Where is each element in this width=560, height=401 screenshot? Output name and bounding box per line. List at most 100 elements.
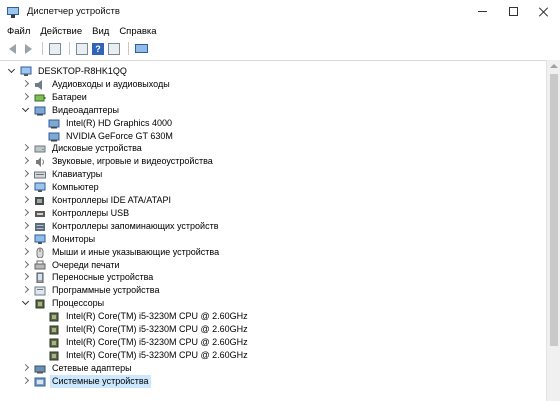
menu-help[interactable]: Справка — [114, 23, 161, 40]
monitor-icon — [34, 234, 46, 245]
toolbar-separator — [128, 42, 129, 55]
close-button[interactable] — [528, 0, 560, 23]
tree-item-label: Мыши и иные указывающие устройства — [52, 247, 220, 257]
display-adapter-icon — [48, 131, 60, 142]
expand-chevron-icon[interactable] — [22, 246, 30, 259]
menu-file[interactable]: Файл — [2, 23, 35, 40]
properties-button[interactable] — [48, 42, 62, 56]
expand-chevron-icon[interactable] — [22, 155, 30, 168]
tree-category[interactable]: Мониторы — [22, 233, 97, 246]
tree-item-label: Батареи — [52, 92, 87, 102]
tree-item-label: Дисковые устройства — [52, 143, 142, 153]
view-button[interactable] — [107, 42, 121, 56]
tree-category[interactable]: Клавиатуры — [22, 168, 104, 181]
forward-arrow-icon — [24, 43, 32, 54]
expand-chevron-icon[interactable] — [22, 194, 30, 207]
menu-bar: Файл Действие Вид Справка — [0, 23, 560, 40]
expand-chevron-icon[interactable] — [22, 271, 30, 284]
update-driver-button[interactable] — [75, 42, 89, 56]
forward-button[interactable] — [21, 42, 35, 56]
scroll-thumb[interactable] — [550, 74, 558, 346]
tree-category[interactable]: Системные устройства — [22, 375, 151, 388]
collapse-chevron-icon[interactable] — [8, 65, 16, 78]
portable-device-icon — [34, 272, 46, 283]
expand-chevron-icon[interactable] — [22, 142, 30, 155]
tree-device[interactable]: Intel(R) Core(TM) i5-3230M CPU @ 2.60GHz — [36, 349, 250, 362]
processor-icon — [48, 337, 60, 348]
tree-item-label: Аудиовходы и аудиовыходы — [52, 79, 170, 89]
tree-device[interactable]: Intel(R) Core(TM) i5-3230M CPU @ 2.60GHz — [36, 323, 250, 336]
tree-category[interactable]: Программные устройства — [22, 284, 161, 297]
battery-icon — [34, 92, 46, 103]
menu-action[interactable]: Действие — [35, 23, 87, 40]
minimize-icon — [477, 11, 487, 12]
network-adapter-icon — [34, 363, 46, 374]
usb-icon — [34, 208, 46, 219]
tree-device[interactable]: Intel(R) HD Graphics 4000 — [36, 117, 174, 130]
tree-item-label: Мониторы — [52, 234, 96, 244]
printer-icon — [34, 260, 46, 271]
tree-category[interactable]: Контроллеры USB — [22, 207, 131, 220]
toolbar-separator — [69, 42, 70, 55]
tree-item-label: Системные устройства — [50, 375, 151, 388]
back-button[interactable] — [5, 42, 19, 56]
tree-category[interactable]: Дисковые устройства — [22, 142, 144, 155]
expand-chevron-icon[interactable] — [22, 375, 30, 388]
expand-chevron-icon[interactable] — [22, 220, 30, 233]
processor-icon — [48, 324, 60, 335]
expand-chevron-icon[interactable] — [22, 91, 30, 104]
scroll-up-icon[interactable] — [550, 64, 558, 68]
keyboard-icon — [34, 169, 46, 180]
vertical-scrollbar[interactable] — [546, 60, 560, 401]
tree-category[interactable]: Аудиовходы и аудиовыходы — [22, 78, 172, 91]
tree-item-label: Intel(R) Core(TM) i5-3230M CPU @ 2.60GHz — [66, 324, 248, 334]
expand-chevron-icon[interactable] — [22, 362, 30, 375]
tree-category[interactable]: Контроллеры IDE ATA/ATAPI — [22, 194, 173, 207]
tree-category[interactable]: Контроллеры запоминающих устройств — [22, 220, 220, 233]
collapse-chevron-icon[interactable] — [22, 104, 30, 117]
tree-device[interactable]: Intel(R) Core(TM) i5-3230M CPU @ 2.60GHz — [36, 336, 250, 349]
computer-icon — [34, 182, 46, 193]
expand-chevron-icon[interactable] — [22, 207, 30, 220]
tree-item-label: Сетевые адаптеры — [52, 363, 132, 373]
expand-chevron-icon[interactable] — [22, 168, 30, 181]
tree-item-label: Программные устройства — [52, 285, 160, 295]
tree-item-label: Intel(R) Core(TM) i5-3230M CPU @ 2.60GHz — [66, 350, 248, 360]
tree-category[interactable]: Мыши и иные указывающие устройства — [22, 246, 221, 259]
tree-item-label: Контроллеры IDE ATA/ATAPI — [52, 195, 171, 205]
maximize-icon — [508, 7, 518, 16]
expand-chevron-icon[interactable] — [22, 78, 30, 91]
tree-category[interactable]: Сетевые адаптеры — [22, 362, 134, 375]
tree-item-label: Контроллеры запоминающих устройств — [52, 221, 219, 231]
help-button[interactable]: ? — [91, 42, 105, 56]
expand-chevron-icon[interactable] — [22, 284, 30, 297]
collapse-chevron-icon[interactable] — [22, 297, 30, 310]
back-arrow-icon — [8, 43, 16, 54]
maximize-button[interactable] — [497, 0, 529, 23]
computer-icon — [20, 66, 32, 77]
toolbar-separator — [42, 42, 43, 55]
tree-category[interactable]: Звуковые, игровые и видеоустройства — [22, 155, 215, 168]
tree-category[interactable]: Видеоадаптеры — [22, 104, 121, 117]
scan-hardware-button[interactable] — [134, 42, 148, 56]
tree-device[interactable]: Intel(R) Core(TM) i5-3230M CPU @ 2.60GHz — [36, 310, 250, 323]
speaker-icon — [34, 79, 46, 90]
tree-item-label: Контроллеры USB — [52, 208, 130, 218]
tree-category[interactable]: Батареи — [22, 91, 89, 104]
help-icon: ? — [92, 42, 104, 55]
expand-chevron-icon[interactable] — [22, 233, 30, 246]
tree-category[interactable]: Процессоры — [22, 297, 106, 310]
storage-controller-icon — [34, 221, 46, 232]
tree-root[interactable]: DESKTOP-R8HK1QQ — [8, 65, 129, 78]
menu-view[interactable]: Вид — [87, 23, 114, 40]
tree-item-label: Intel(R) Core(TM) i5-3230M CPU @ 2.60GHz — [66, 311, 248, 321]
expand-chevron-icon[interactable] — [22, 181, 30, 194]
toolbar: ? — [0, 40, 560, 57]
monitor-icon — [134, 44, 148, 53]
tree-category[interactable]: Переносные устройства — [22, 271, 155, 284]
tree-category[interactable]: Компьютер — [22, 181, 101, 194]
minimize-button[interactable] — [466, 0, 498, 23]
